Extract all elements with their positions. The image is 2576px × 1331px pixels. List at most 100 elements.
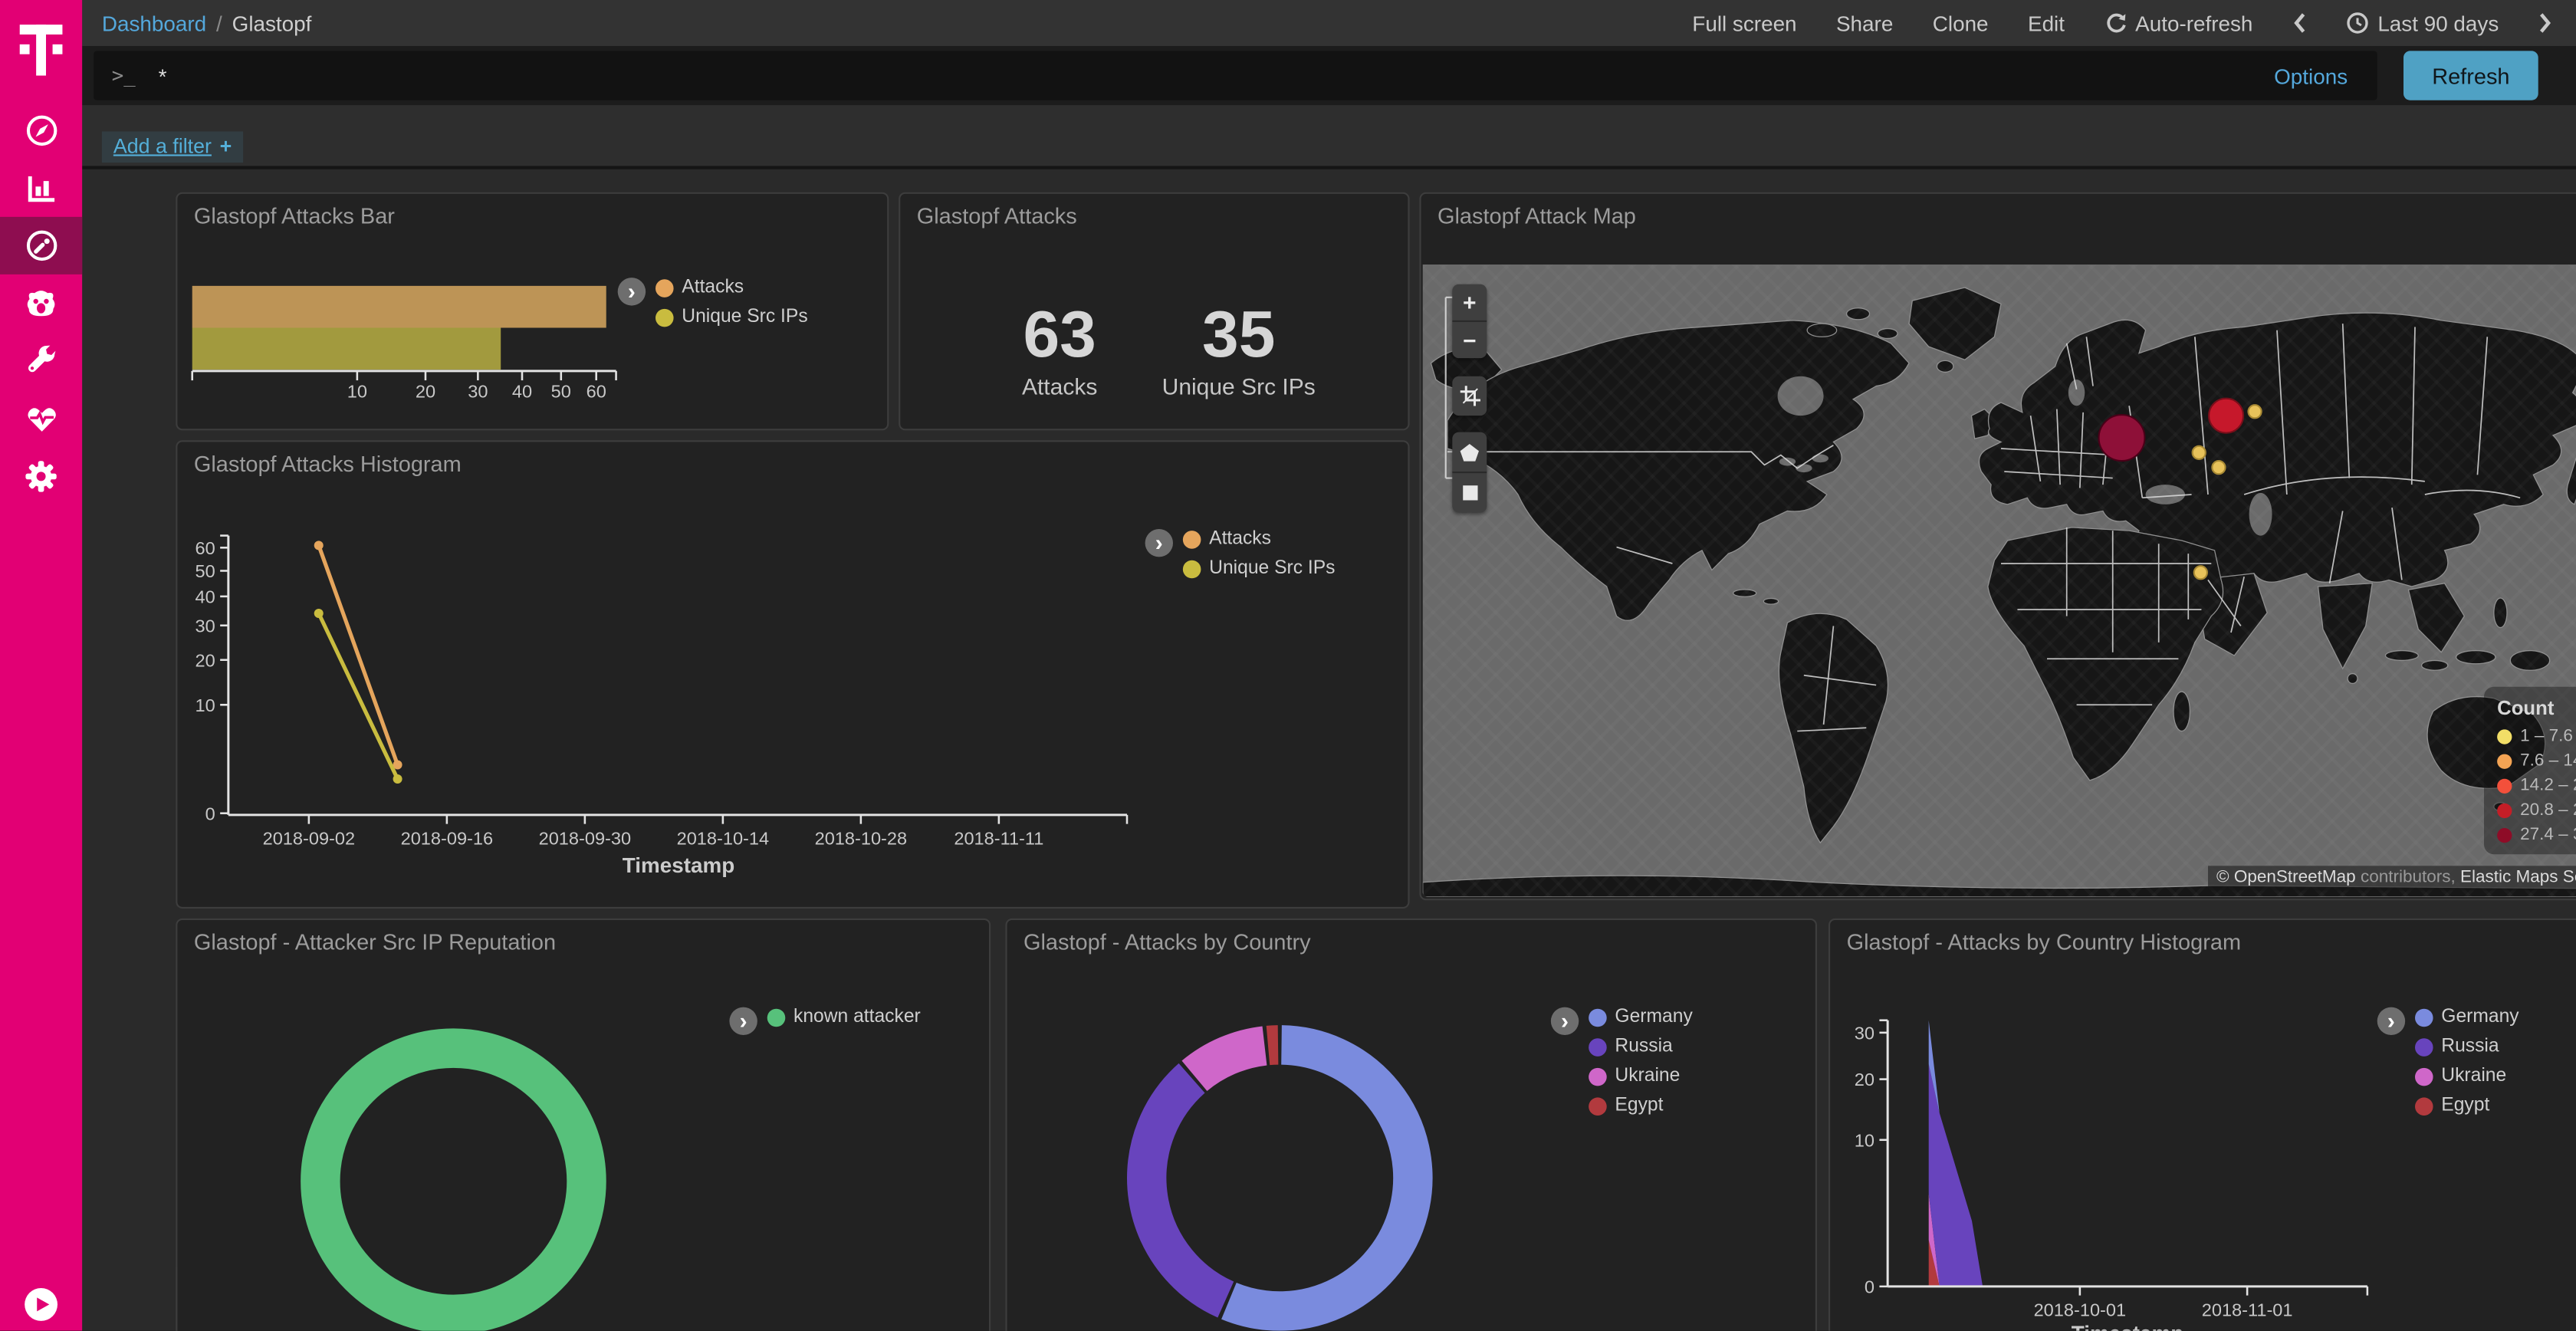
world-attack-map[interactable]: + − <box>1423 265 2576 897</box>
map-marker-egypt[interactable] <box>2193 564 2207 579</box>
rectangle-draw-button[interactable] <box>1452 472 1487 513</box>
map-draw-controls <box>1452 432 1487 513</box>
svg-text:30: 30 <box>1855 1023 1875 1043</box>
svg-text:2018-10-01: 2018-10-01 <box>2034 1300 2127 1319</box>
dashboard-grid: Glastopf Attacks Bar 102030405060 ›Attac… <box>82 169 2576 1331</box>
map-marker-germany[interactable] <box>2097 413 2144 461</box>
country-histogram-chart[interactable]: 01020302018-10-012018-11-01Timestamp <box>1830 920 2576 1331</box>
svg-text:40: 40 <box>512 382 532 402</box>
zoom-in-button[interactable]: + <box>1452 284 1487 320</box>
legend-item[interactable]: Egypt <box>2415 1096 2519 1116</box>
map-legend-dot <box>2497 728 2512 743</box>
legend-item[interactable]: Ukraine <box>2415 1066 2519 1086</box>
polygon-draw-button[interactable] <box>1452 432 1487 472</box>
attacks-histogram-chart[interactable]: 01020304050602018-09-022018-09-162018-09… <box>177 442 1405 903</box>
legend-items: Germany Russia Ukraine Egypt <box>2415 1007 2519 1116</box>
sidebar-item-monitoring[interactable] <box>0 389 82 447</box>
legend-dot <box>2415 1008 2433 1027</box>
map-legend-item: 20.8 – 27.4 <box>2497 800 2576 820</box>
panel-title: Glastopf - Attacker Src IP Reputation <box>194 930 556 955</box>
panel-title: Glastopf Attacks <box>917 204 1077 228</box>
panel-src-ip-reputation: Glastopf - Attacker Src IP Reputation › k… <box>176 919 991 1331</box>
breadcrumb-dashboard[interactable]: Dashboard <box>102 11 206 35</box>
add-filter-button[interactable]: Add a filter + <box>102 131 243 163</box>
sidebar-item-management[interactable] <box>0 447 82 504</box>
legend-dot <box>1589 1067 1607 1086</box>
gear-icon <box>21 456 61 495</box>
legend-item[interactable]: Unique Src IPs <box>1183 559 1336 579</box>
legend-label: Attacks <box>682 278 744 297</box>
metric-value: 35 <box>1140 302 1337 368</box>
gauge-icon <box>22 227 60 265</box>
clone-button[interactable]: Clone <box>1933 11 1989 35</box>
sidebar-item-dev-tools[interactable] <box>0 332 82 389</box>
legend-item[interactable]: Ukraine <box>1589 1066 1693 1086</box>
svg-text:10: 10 <box>195 695 215 715</box>
sidebar-item-visualize[interactable] <box>0 159 82 217</box>
map-crop-control <box>1452 376 1487 416</box>
sidebar-item-timelion[interactable] <box>0 274 82 332</box>
time-prev-button[interactable] <box>2292 12 2307 35</box>
map-legend-label: 27.4 – 34 <box>2520 825 2576 845</box>
legend-items: Attacks Unique Src IPs <box>656 278 808 327</box>
legend-expand-icon[interactable]: › <box>618 278 646 305</box>
edit-button[interactable]: Edit <box>2028 11 2065 35</box>
map-marker-ukraine-north[interactable] <box>2191 445 2206 459</box>
legend-label: known attacker <box>794 1007 921 1027</box>
legend-dot <box>1589 1008 1607 1027</box>
country-donut-chart[interactable] <box>1007 920 1812 1331</box>
svg-text:Timestamp: Timestamp <box>2072 1322 2184 1331</box>
legend-item[interactable]: Attacks <box>1183 529 1336 549</box>
sidebar <box>0 0 82 1331</box>
legend-expand-icon[interactable]: › <box>1145 529 1173 557</box>
time-next-button[interactable] <box>2538 12 2553 35</box>
legend-item[interactable]: Egypt <box>1589 1096 1693 1116</box>
query-input[interactable]: >_ * Options <box>94 51 2377 100</box>
legend-expand-icon[interactable]: › <box>1551 1007 1579 1035</box>
auto-refresh-button[interactable]: Auto-refresh <box>2104 11 2252 35</box>
legend-item[interactable]: Germany <box>2415 1007 2519 1027</box>
legend-label: Germany <box>2441 1007 2518 1027</box>
telekom-logo[interactable] <box>0 0 82 102</box>
attribution-link[interactable]: Elastic Maps Service <box>2456 867 2576 887</box>
legend-items: Germany Russia Ukraine Egypt <box>1589 1007 1693 1116</box>
chevron-left-icon <box>2292 12 2307 35</box>
time-range-button[interactable]: Last 90 days <box>2347 11 2499 35</box>
reputation-donut-chart[interactable] <box>177 920 985 1331</box>
legend-item[interactable]: Germany <box>1589 1007 1693 1027</box>
auto-refresh-label: Auto-refresh <box>2135 11 2252 35</box>
svg-text:40: 40 <box>195 587 215 606</box>
zoom-out-button[interactable]: − <box>1452 320 1487 358</box>
map-marker-western-russia[interactable] <box>2208 398 2244 434</box>
attribution-link[interactable]: © OpenStreetMap <box>2216 867 2356 887</box>
query-value[interactable]: * <box>159 64 167 88</box>
logo-stem <box>36 25 46 75</box>
svg-text:50: 50 <box>551 382 571 402</box>
svg-text:2018-10-14: 2018-10-14 <box>677 828 770 848</box>
legend-item[interactable]: known attacker <box>767 1007 921 1027</box>
refresh-button[interactable]: Refresh <box>2404 51 2538 100</box>
svg-text:20: 20 <box>416 382 435 402</box>
legend-item[interactable]: Russia <box>1589 1037 1693 1057</box>
sidebar-item-discover[interactable] <box>0 102 82 159</box>
query-options-link[interactable]: Options <box>2274 64 2348 88</box>
svg-text:2018-09-02: 2018-09-02 <box>263 828 356 848</box>
sidebar-collapse[interactable] <box>0 1285 82 1324</box>
fullscreen-button[interactable]: Full screen <box>1692 11 1796 35</box>
legend-expand-icon[interactable]: › <box>729 1007 757 1035</box>
panel-title: Glastopf Attacks Histogram <box>194 452 462 476</box>
crop-tool-button[interactable] <box>1452 376 1487 416</box>
sidebar-item-dashboard[interactable] <box>0 217 82 274</box>
legend-label: Egypt <box>1615 1096 1663 1116</box>
legend-item[interactable]: Attacks <box>656 278 808 297</box>
world-map <box>1423 265 2576 897</box>
share-button[interactable]: Share <box>1836 11 1893 35</box>
svg-text:20: 20 <box>1855 1070 1875 1089</box>
svg-text:2018-09-30: 2018-09-30 <box>539 828 632 848</box>
legend-item[interactable]: Russia <box>2415 1037 2519 1057</box>
legend-item[interactable]: Unique Src IPs <box>656 307 808 327</box>
pentagon-icon <box>1459 441 1480 462</box>
panel-attack-map: Glastopf Attack Map <box>1419 192 2576 901</box>
legend-expand-icon[interactable]: › <box>2377 1007 2405 1035</box>
svg-text:30: 30 <box>468 382 488 402</box>
